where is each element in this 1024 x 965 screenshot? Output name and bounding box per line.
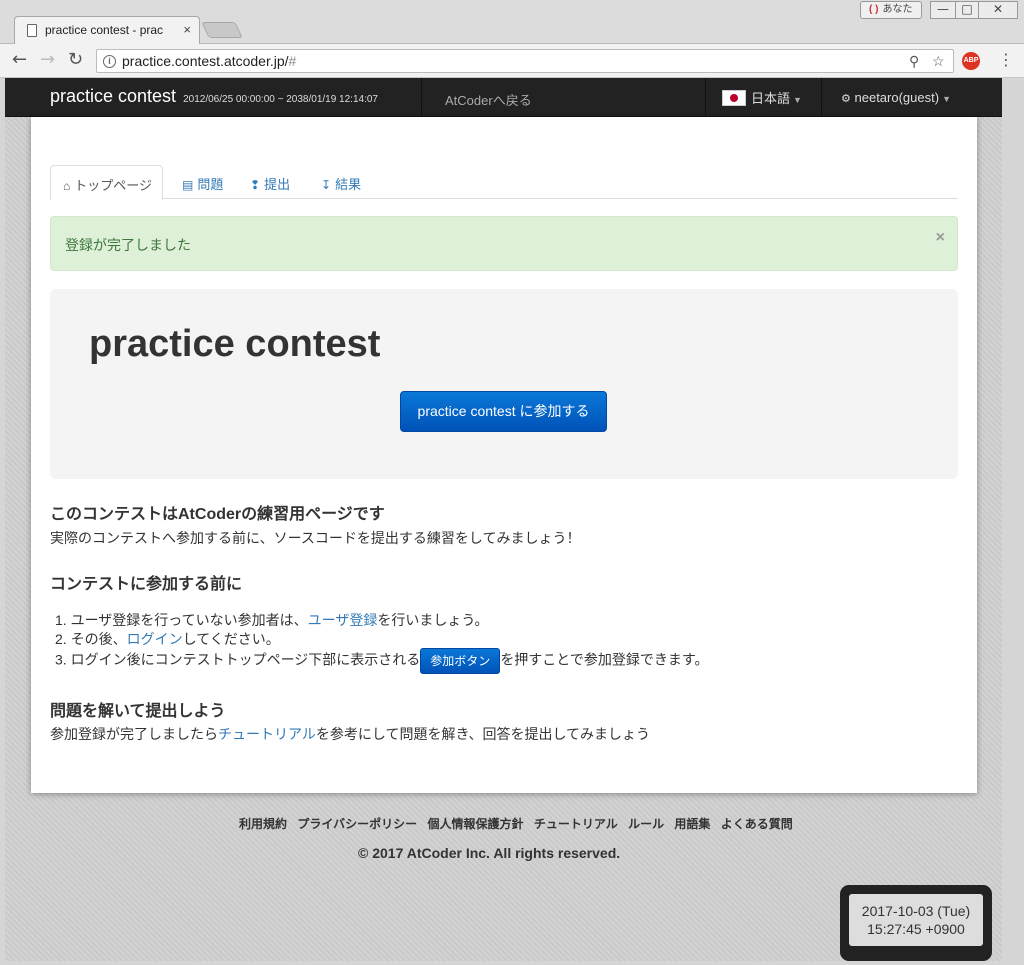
join-contest-button[interactable]: practice contest に参加する [400,391,607,432]
section-heading: このコンテストはAtCoderの練習用ページです [50,506,385,523]
results-icon: ↧ [321,178,332,192]
adblock-icon[interactable]: ABP [962,52,980,70]
contest-period: 2012/06/25 00:00:00 ~ 2038/01/19 12:14:0… [183,94,378,105]
footer-link-personal-info[interactable]: 個人情報保護方針 [427,817,523,831]
user-dropdown[interactable]: ⚙ neetaro(guest) ▼ [841,90,951,105]
clock-time: 15:27:45 +0900 [867,921,965,937]
join-button-example[interactable]: 参加ボタン [420,648,501,674]
tab-problems[interactable]: ▤ 問題 [170,165,233,199]
tab-label: 結果 [335,177,362,192]
key-icon[interactable]: ⚲ [909,53,919,70]
list-item: 1. ユーザ登録を行っていない参加者は、ユーザ登録を行いましょう。 [55,610,489,630]
back-arrow-icon[interactable]: ← [12,50,27,70]
footer-link-rules[interactable]: ルール [628,817,664,831]
copyright: © 2017 AtCoder Inc. All rights reserved. [358,845,621,861]
footer-links: 利用規約 プライバシーポリシー 個人情報保護方針 チュートリアル ルール 用語集… [239,815,800,832]
reload-icon[interactable]: ↻ [68,50,83,70]
bookmark-star-icon[interactable]: ☆ [932,53,945,70]
browser-menu-icon[interactable]: ⋮ [998,50,1014,69]
browser-tab[interactable]: practice contest - prac × [14,16,200,44]
user-registration-link[interactable]: ユーザ登録 [308,612,378,628]
contest-tabs: ⌂ トップページ ▤ 問題 ❢ 提出 ↧ 結果 [50,165,958,200]
nav-divider [705,78,706,117]
main-container: ⌂ トップページ ▤ 問題 ❢ 提出 ↧ 結果 登録が完了しました × practice… [31,117,977,793]
footer-link-tutorial[interactable]: チュートリアル [534,817,618,831]
profile-name: あなた [882,4,913,15]
maximize-button[interactable]: □ [955,1,979,19]
tab-label: 提出 [264,177,291,192]
window-close-button[interactable]: ✕ [978,1,1018,19]
contest-brand[interactable]: practice contest 2012/06/25 00:00:00 ~ 2… [50,86,378,107]
minimize-button[interactable]: — [930,1,956,19]
contest-name: practice contest [50,86,177,106]
back-to-atcoder-link[interactable]: AtCoderへ戻る [445,90,532,109]
user-name: neetaro(guest) [854,90,940,105]
contest-jumbotron: practice contest practice contest に参加する [50,289,958,479]
site-navbar: practice contest 2012/06/25 00:00:00 ~ 2… [5,78,1002,117]
success-alert: 登録が完了しました × [50,216,958,271]
gear-icon: ⚙ [841,93,851,105]
tab-label: トップページ [74,178,152,193]
tab-submit[interactable]: ❢ 提出 [238,165,300,199]
japan-flag-icon [722,90,746,106]
tab-close-icon[interactable]: × [183,22,191,37]
list-number: 1. [55,612,67,628]
footer-link-faq[interactable]: よくある質問 [721,817,793,831]
tutorial-link[interactable]: チュートリアル [218,726,316,742]
new-tab-button[interactable] [201,22,243,38]
submit-icon: ❢ [250,178,261,192]
nav-divider [421,78,422,117]
caret-down-icon: ▼ [793,95,802,105]
profile-icon: ( ) [869,4,879,15]
home-icon: ⌂ [63,179,71,193]
nav-divider [821,78,822,117]
section-text-part: 参加登録が完了しましたら [50,726,218,742]
list-text: ユーザ登録を行っていない参加者は、 [70,612,308,628]
list-text: を押すことで参加登録できます。 [500,651,709,668]
footer-link-glossary[interactable]: 用語集 [674,817,710,831]
clock-date: 2017-10-03 (Tue) [861,903,971,919]
info-icon[interactable]: i [103,55,116,68]
section-heading: 問題を解いて提出しよう [50,703,226,720]
footer-link-terms[interactable]: 利用規約 [239,817,287,831]
fixed-clock: 2017-10-03 (Tue) 15:27:45 +0900 [840,885,992,961]
browser-toolbar: ← → ↻ i practice.contest.atcoder.jp/# ⚲ … [0,44,1024,78]
list-icon: ▤ [182,178,194,192]
language-dropdown[interactable]: 日本語 ▼ [722,88,802,107]
profile-badge[interactable]: ( ) あなた [860,1,922,19]
list-text: その後、 [70,631,127,647]
alert-message: 登録が完了しました [65,237,191,253]
address-bar[interactable]: i practice.contest.atcoder.jp/# ⚲ ☆ [96,49,954,73]
contest-title: practice contest [89,323,381,365]
forward-arrow-icon[interactable]: → [40,50,55,70]
footer-link-privacy[interactable]: プライバシーポリシー [297,817,417,831]
clock-screen: 2017-10-03 (Tue) 15:27:45 +0900 [849,894,983,946]
section-heading: コンテストに参加する前に [50,576,243,593]
browser-titlebar: practice contest - prac × ( ) あなた — □ ✕ [0,0,1024,44]
tab-results[interactable]: ↧ 結果 [309,165,371,199]
language-label: 日本語 [751,91,791,106]
caret-down-icon: ▼ [942,94,951,104]
alert-close-icon[interactable]: × [936,229,945,247]
list-text: してください。 [182,631,280,647]
list-number: 2. [55,631,67,647]
login-link[interactable]: ログイン [127,631,183,647]
section-text: 実際のコンテストへ参加する前に、ソースコードを提出する練習をしてみましょう！ [50,530,581,546]
list-text: ログイン後にコンテストトップページ下部に表示される [70,651,421,668]
list-number: 3. [55,651,67,668]
page-icon [27,24,37,37]
url-hash: # [288,53,297,69]
list-item: 3. ログイン後にコンテストトップページ下部に表示される 参加ボタン を押すことで参… [55,648,709,674]
list-item: 2. その後、ログインしてください。 [55,629,280,649]
url-host: practice.contest.atcoder.jp/ [122,53,289,69]
tab-label: 問題 [197,177,224,192]
section-text-part: を参考にして問題を解き、回答を提出してみましょう [315,726,651,742]
section-text: 参加登録が完了しましたらチュートリアルを参考にして問題を解き、回答を提出してみま… [50,724,650,744]
tab-top-page[interactable]: ⌂ トップページ [50,165,163,200]
tab-title: practice contest - prac [45,23,164,37]
list-text: を行いましょう。 [377,612,489,628]
